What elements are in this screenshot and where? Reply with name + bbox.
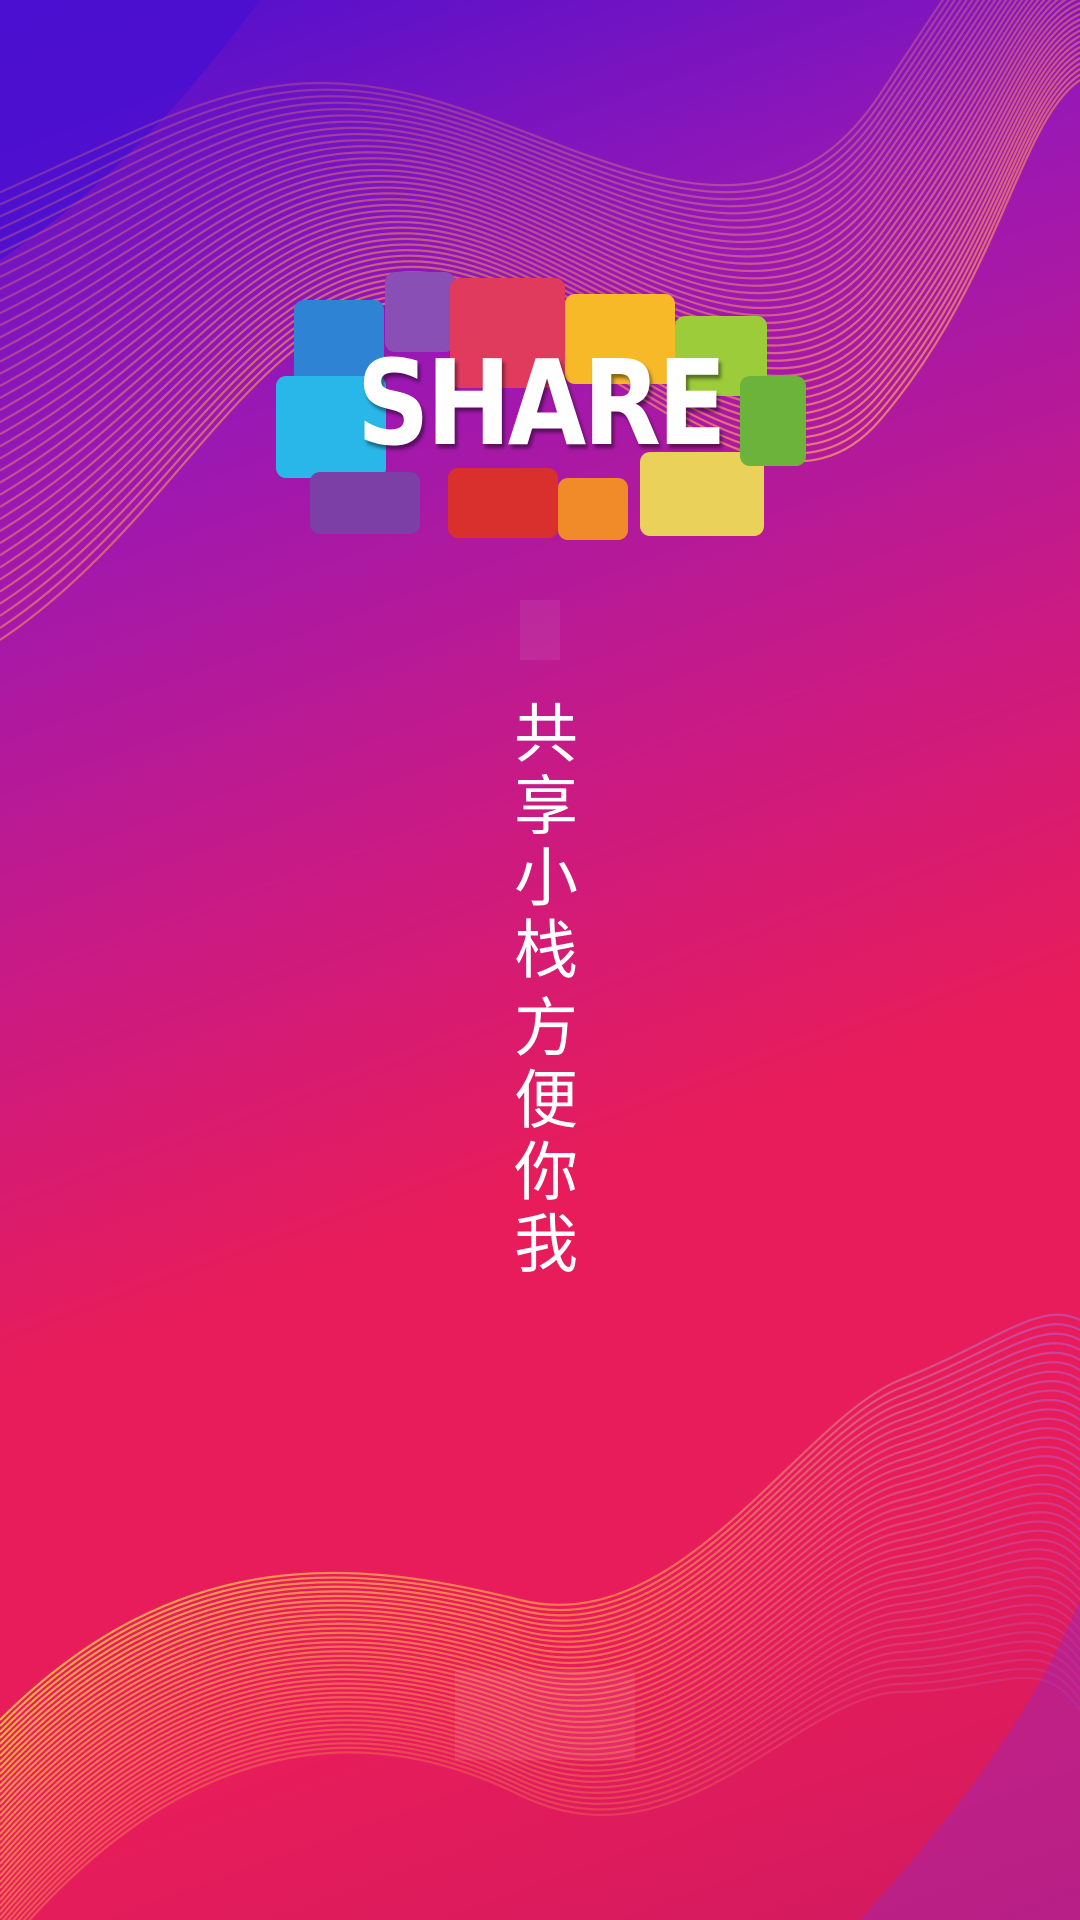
logo-bubble	[448, 468, 558, 538]
slogan-line-1: 共享小栈	[503, 700, 577, 988]
ghost-mark	[520, 600, 560, 660]
ghost-mark	[455, 1670, 635, 1760]
logo-word: SHARE	[356, 334, 727, 472]
splash-screen: SHARE 共享小栈 方便你我	[0, 0, 1080, 1920]
slogan: 共享小栈 方便你我	[495, 700, 585, 1300]
logo-bubble	[310, 472, 420, 534]
share-logo: SHARE	[270, 272, 810, 572]
logo-bubble	[558, 478, 628, 540]
slogan-line-2: 方便你我	[503, 994, 577, 1282]
